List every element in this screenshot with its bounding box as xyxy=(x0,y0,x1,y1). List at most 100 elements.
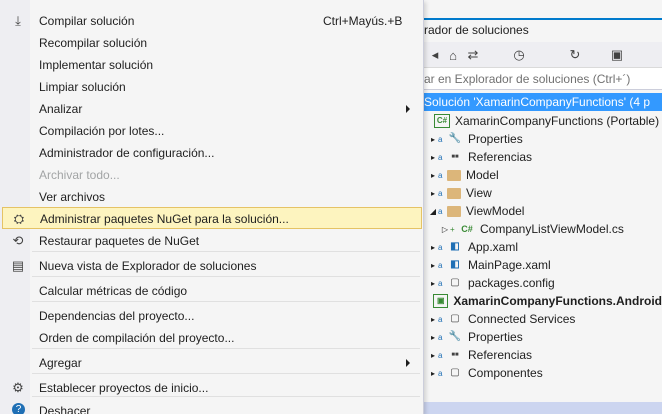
menu-item[interactable]: Limpiar solución xyxy=(2,76,422,98)
collapsed-arrow-icon[interactable]: ▸ xyxy=(428,171,438,180)
collapsed-arrow-icon[interactable]: ▸ xyxy=(428,153,438,162)
tree-node[interactable]: ▸ a ▢ packages.config xyxy=(424,274,662,292)
lock-icon: a xyxy=(438,134,443,144)
solution-explorer-title: rador de soluciones xyxy=(424,23,529,37)
collapse-icon[interactable]: ▣ xyxy=(608,46,626,64)
history-icon[interactable]: ◷ xyxy=(510,46,528,64)
nuget-icon: ⛭ xyxy=(13,211,25,226)
expanded-arrow-icon[interactable]: ◢ xyxy=(428,207,438,216)
refresh-icon[interactable]: ↻ xyxy=(566,46,584,64)
back-icon[interactable]: ◂ xyxy=(426,46,444,64)
file-icon: ▢ xyxy=(450,367,460,378)
tree-node[interactable]: ▸ a ▢ Componentes xyxy=(424,364,662,382)
collapsed-arrow-icon[interactable]: ▸ xyxy=(428,189,438,198)
collapsed-arrow-icon[interactable]: ▸ xyxy=(428,333,438,342)
tree-node[interactable]: C# XamarinCompanyFunctions (Portable) xyxy=(424,112,662,130)
menu-item[interactable]: ⚙ Establecer proyectos de inicio... xyxy=(2,377,422,399)
tree-node-label: Componentes xyxy=(468,366,543,380)
tree-node[interactable]: Solución 'XamarinCompanyFunctions' (4 p xyxy=(424,93,662,111)
tree-node[interactable]: ▸ a ◧ MainPage.xaml xyxy=(424,256,662,274)
menu-item[interactable]: Orden de compilación del proyecto... xyxy=(2,327,422,349)
submenu-arrow-icon xyxy=(406,105,410,113)
menu-item-label: Agregar xyxy=(39,356,82,370)
menu-item[interactable]: Administrador de configuración... xyxy=(2,142,422,164)
active-accent-bar xyxy=(424,18,662,20)
tree-node-label: MainPage.xaml xyxy=(468,258,551,272)
tree-node[interactable]: ◢ a ViewModel xyxy=(424,202,662,220)
help-icon: ? xyxy=(12,403,25,414)
menu-item[interactable]: Ver archivos xyxy=(2,186,422,208)
lock-icon: a xyxy=(438,188,443,198)
solution-search-input[interactable]: ar en Explorador de soluciones (Ctrl+´) xyxy=(424,68,662,90)
menu-item[interactable]: ? Deshacer xyxy=(2,400,422,414)
lock-icon: a xyxy=(438,314,443,324)
menu-item-label: Implementar solución xyxy=(39,58,154,72)
menu-item[interactable]: Calcular métricas de código xyxy=(2,280,422,302)
menu-item-label: Compilar solución xyxy=(39,14,135,28)
new-view-icon: ▤ xyxy=(11,258,25,273)
menu-item[interactable]: ⛭ Administrar paquetes NuGet para la solu… xyxy=(2,207,422,229)
collapsed-arrow-icon[interactable]: ▸ xyxy=(428,279,438,288)
menu-item[interactable]: Recompilar solución xyxy=(2,32,422,54)
solution-explorer-toolbar: ◂ ⌂ ⇄ ◷ ↻ ▣ xyxy=(424,42,662,68)
menu-item[interactable]: Implementar solución xyxy=(2,54,422,76)
tree-node[interactable]: ▸ a View xyxy=(424,184,662,202)
tree-node-label: CompanyListViewModel.cs xyxy=(480,222,624,236)
menu-item[interactable]: Analizar xyxy=(2,98,422,120)
tree-node[interactable]: ▸ a ■■ Referencias xyxy=(424,148,662,166)
build-context-menu: ⤓ Compilar solución Ctrl+Mayús.+B Recompila… xyxy=(0,0,424,414)
menu-item-label: Dependencias del proyecto... xyxy=(39,309,195,323)
collapsed-arrow-icon[interactable]: ▸ xyxy=(428,261,438,270)
tree-node-label: ViewModel xyxy=(466,204,525,218)
references-icon: ■■ xyxy=(451,352,459,358)
tree-node[interactable]: ▸ a ■■ Referencias xyxy=(424,346,662,364)
menu-item[interactable]: ▤ Nueva vista de Explorador de soluciones xyxy=(2,255,422,277)
gear-icon: ⚙ xyxy=(12,380,24,395)
sync-view-icon[interactable]: ⇄ xyxy=(464,46,482,64)
tree-node[interactable]: ▸ a 🔧 Properties xyxy=(424,130,662,148)
menu-item: Archivar todo... xyxy=(2,164,422,186)
lock-icon: a xyxy=(438,242,443,252)
tree-node[interactable]: ▣ XamarinCompanyFunctions.Android xyxy=(424,292,662,310)
tree-node-label: Solución 'XamarinCompanyFunctions' (4 p xyxy=(424,95,651,109)
folder-icon xyxy=(447,170,461,181)
xaml-file-icon: ◧ xyxy=(450,241,460,252)
tree-node-label: Properties xyxy=(468,330,523,344)
references-icon: ■■ xyxy=(451,154,459,160)
android-project-icon: ▣ xyxy=(433,294,449,308)
menu-item[interactable]: ⟲ Restaurar paquetes de NuGet xyxy=(2,230,422,252)
menu-item-label: Administrar paquetes NuGet para la soluc… xyxy=(40,212,289,226)
restore-icon: ⟲ xyxy=(12,233,24,248)
menu-item[interactable]: Agregar xyxy=(2,352,422,374)
menu-item-label: Limpiar solución xyxy=(39,80,126,94)
collapsed-arrow-icon[interactable]: ▷ xyxy=(440,225,450,234)
home-icon[interactable]: ⌂ xyxy=(444,46,462,64)
tree-node[interactable]: ▷ + C# CompanyListViewModel.cs xyxy=(424,220,662,238)
tree-node-label: App.xaml xyxy=(468,240,519,254)
collapsed-arrow-icon[interactable]: ▸ xyxy=(428,351,438,360)
tree-node-label: packages.config xyxy=(468,276,555,290)
menu-item-label: Analizar xyxy=(39,102,83,116)
collapsed-arrow-icon[interactable]: ▸ xyxy=(428,135,438,144)
menu-item[interactable]: ⤓ Compilar solución Ctrl+Mayús.+B xyxy=(2,10,422,32)
tree-node[interactable]: ▸ a ▢ Connected Services xyxy=(424,310,662,328)
file-icon: ▢ xyxy=(450,277,460,288)
tree-node-label: XamarinCompanyFunctions.Android xyxy=(453,294,662,308)
tree-node-label: Referencias xyxy=(468,150,533,164)
folder-icon xyxy=(447,188,461,199)
menu-item[interactable]: Compilación por lotes... xyxy=(2,120,422,142)
tree-node[interactable]: ▸ a 🔧 Properties xyxy=(424,328,662,346)
lock-icon: a xyxy=(438,206,443,216)
collapsed-arrow-icon[interactable]: ▸ xyxy=(428,243,438,252)
tree-node[interactable]: ▸ a Model xyxy=(424,166,662,184)
lock-icon: a xyxy=(438,170,443,180)
menu-item[interactable]: Dependencias del proyecto... xyxy=(2,305,422,327)
build-icon: ⤓ xyxy=(15,13,21,28)
lock-icon: a xyxy=(438,350,443,360)
collapsed-arrow-icon[interactable]: ▸ xyxy=(428,369,438,378)
collapsed-arrow-icon[interactable]: ▸ xyxy=(428,315,438,324)
tree-node[interactable]: ▸ a ◧ App.xaml xyxy=(424,238,662,256)
menu-item-label: Administrador de configuración... xyxy=(39,146,215,160)
menu-item-label: Nueva vista de Explorador de soluciones xyxy=(39,259,257,273)
menu-item-label: Archivar todo... xyxy=(39,168,120,182)
